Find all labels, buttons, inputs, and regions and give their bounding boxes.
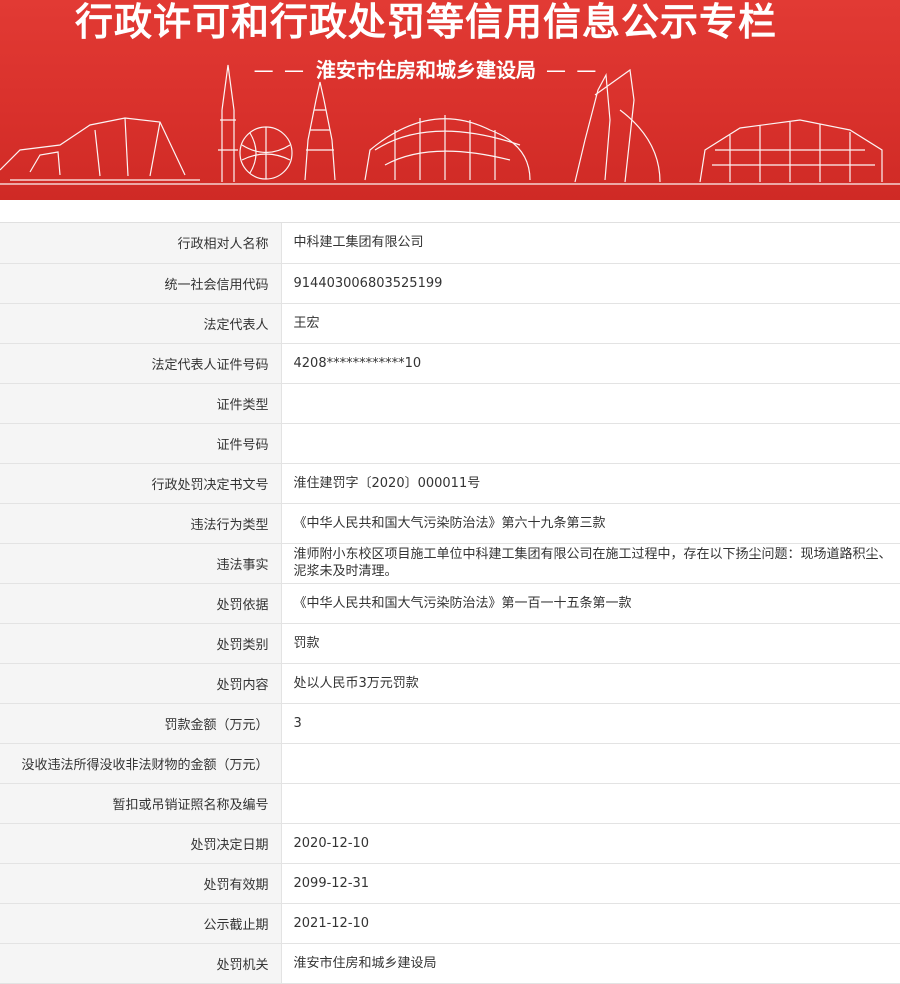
field-value: 淮安市住房和城乡建设局 (281, 943, 900, 984)
field-label: 法定代表人证件号码 (0, 343, 282, 384)
field-label: 证件号码 (0, 423, 282, 464)
table-row: 统一社会信用代码 914403006803525199 (0, 263, 900, 304)
table-row: 行政处罚决定书文号 淮住建罚字〔2020〕000011号 (0, 463, 900, 504)
field-value: 中科建工集团有限公司 (281, 223, 900, 264)
city-skyline-illustration (0, 64, 900, 185)
table-row: 处罚类别 罚款 (0, 623, 900, 664)
table-row: 行政相对人名称 中科建工集团有限公司 (0, 223, 900, 264)
field-label: 处罚类别 (0, 623, 282, 664)
field-value: 《中华人民共和国大气污染防治法》第一百一十五条第一款 (281, 583, 900, 624)
field-label: 没收违法所得没收非法财物的金额（万元） (0, 743, 282, 784)
field-label: 统一社会信用代码 (0, 263, 282, 304)
field-value: 处以人民币3万元罚款 (281, 663, 900, 704)
table-row: 违法行为类型 《中华人民共和国大气污染防治法》第六十九条第三款 (0, 503, 900, 544)
field-label: 处罚机关 (0, 943, 282, 984)
table-row: 没收违法所得没收非法财物的金额（万元） (0, 743, 900, 784)
field-label: 处罚内容 (0, 663, 282, 704)
header-banner: 行政许可和行政处罚等信用信息公示专栏 — — 淮安市住房和城乡建设局 — — (0, 0, 900, 200)
field-label: 处罚决定日期 (0, 823, 282, 864)
field-value (281, 783, 900, 824)
field-value: 2099-12-31 (281, 863, 900, 904)
field-label: 处罚依据 (0, 583, 282, 624)
field-value: 4208************10 (281, 343, 900, 384)
penalty-info-table: 行政相对人名称 中科建工集团有限公司 统一社会信用代码 914403006803525… (0, 223, 900, 984)
field-value: 2020-12-10 (281, 823, 900, 864)
table-row: 证件类型 (0, 383, 900, 424)
field-value: 淮住建罚字〔2020〕000011号 (281, 463, 900, 504)
field-label: 法定代表人 (0, 303, 282, 344)
table-row: 处罚决定日期 2020-12-10 (0, 823, 900, 864)
field-label: 处罚有效期 (0, 863, 282, 904)
table-row: 处罚有效期 2099-12-31 (0, 863, 900, 904)
field-value: 淮师附小东校区项目施工单位中科建工集团有限公司在施工过程中，存在以下扬尘问题：现… (281, 543, 900, 584)
table-row: 证件号码 (0, 423, 900, 464)
field-value: 3 (281, 703, 900, 744)
table-row: 处罚机关 淮安市住房和城乡建设局 (0, 943, 900, 984)
table-row: 处罚依据 《中华人民共和国大气污染防治法》第一百一十五条第一款 (0, 583, 900, 624)
table-row: 违法事实 淮师附小东校区项目施工单位中科建工集团有限公司在施工过程中，存在以下扬尘… (0, 543, 900, 584)
field-value: 罚款 (281, 623, 900, 664)
field-value (281, 383, 900, 424)
field-value: 914403006803525199 (281, 263, 900, 304)
field-label: 违法行为类型 (0, 503, 282, 544)
field-label: 暂扣或吊销证照名称及编号 (0, 783, 282, 824)
table-row: 法定代表人证件号码 4208************10 (0, 343, 900, 384)
field-value (281, 743, 900, 784)
field-label: 公示截止期 (0, 903, 282, 944)
field-value (281, 423, 900, 464)
field-label: 违法事实 (0, 543, 282, 584)
field-label: 罚款金额（万元） (0, 703, 282, 744)
field-label: 证件类型 (0, 383, 282, 424)
table-row: 处罚内容 处以人民币3万元罚款 (0, 663, 900, 704)
field-label: 行政相对人名称 (0, 223, 282, 264)
table-row: 公示截止期 2021-12-10 (0, 903, 900, 944)
table-row: 罚款金额（万元） 3 (0, 703, 900, 744)
banner-spacer (0, 200, 900, 222)
field-label: 行政处罚决定书文号 (0, 463, 282, 504)
table-row: 暂扣或吊销证照名称及编号 (0, 783, 900, 824)
field-value: 2021-12-10 (281, 903, 900, 944)
field-value: 王宏 (281, 303, 900, 344)
table-row: 法定代表人 王宏 (0, 303, 900, 344)
field-value: 《中华人民共和国大气污染防治法》第六十九条第三款 (281, 503, 900, 544)
